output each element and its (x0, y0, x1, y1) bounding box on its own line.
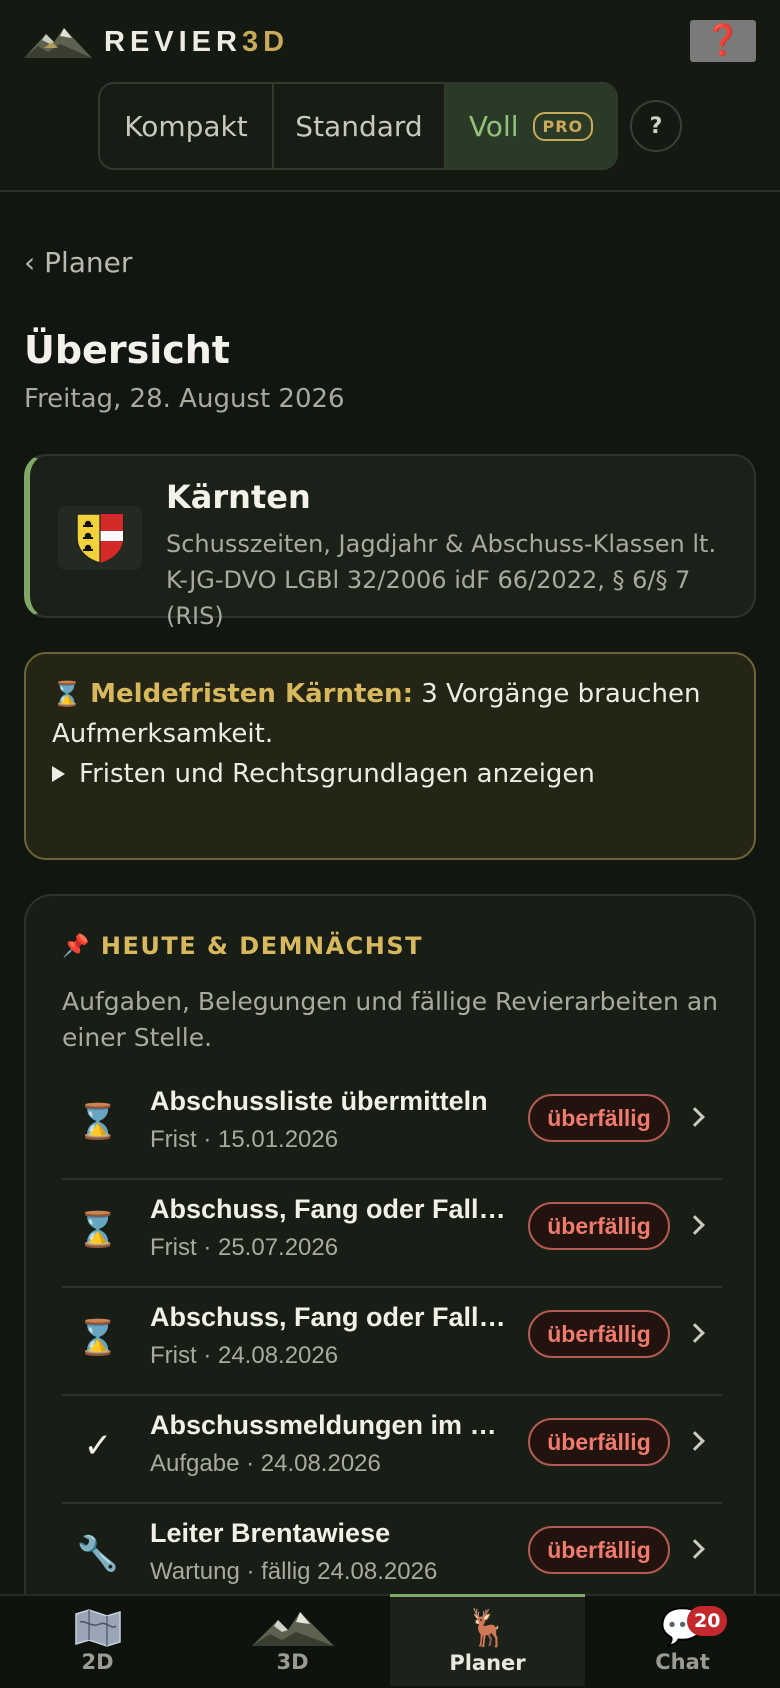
state-name: Kärnten (166, 478, 311, 516)
chevron-right-icon (685, 1323, 705, 1343)
today-section: 📌 HEUTE & DEMNÄCHST Aufgaben, Belegungen… (24, 894, 756, 1654)
task-subtitle: Frist · 24.08.2026 (150, 1342, 339, 1369)
app-root: REVIER3D ❓ Kompakt Standard Voll PRO ? ‹… (0, 0, 780, 1688)
map-icon (74, 1596, 122, 1648)
task-subtitle: Frist · 25.07.2026 (150, 1234, 339, 1261)
mode-help-button[interactable]: ? (630, 100, 682, 152)
task-subtitle: Frist · 15.01.2026 (150, 1126, 339, 1153)
section-heading-label: HEUTE & DEMNÄCHST (100, 932, 423, 960)
nav-label: Planer (449, 1651, 526, 1675)
mode-voll[interactable]: Voll PRO (446, 84, 616, 168)
brand-name: REVIER3D (104, 25, 290, 58)
wrench-icon: 🔧 (76, 1534, 120, 1574)
task-subtitle: Wartung · fällig 24.08.2026 (150, 1558, 438, 1585)
task-item[interactable]: ✓ Abschussmeldungen im Jagdjahr Aufgabe … (62, 1396, 722, 1504)
unread-count-badge: 20 (687, 1606, 728, 1636)
status-badge: überfällig (528, 1202, 670, 1250)
status-badge: überfällig (528, 1526, 670, 1574)
back-link-planer[interactable]: ‹ Planer (24, 246, 132, 279)
deadline-highlight: Meldefristen Kärnten: (90, 679, 413, 709)
task-title: Abschussmeldungen im Jagdjahr (150, 1410, 510, 1440)
mountain-logo-icon (24, 28, 92, 58)
hourglass-icon: ⌛ (76, 1318, 120, 1358)
deadline-text: ⌛ Meldefristen Kärnten: 3 Vorgänge brauc… (52, 674, 742, 754)
chevron-right-icon (685, 1539, 705, 1559)
pro-badge: PRO (532, 111, 594, 141)
nav-item-3d[interactable]: 3D (195, 1596, 390, 1688)
nav-item-chat[interactable]: 💬 Chat 20 (585, 1596, 780, 1688)
status-badge: überfällig (528, 1418, 670, 1466)
chevron-right-icon (685, 1215, 705, 1235)
nav-item-2d[interactable]: 2D (0, 1596, 195, 1688)
coat-of-arms-icon (58, 506, 142, 570)
brand[interactable]: REVIER3D (24, 22, 289, 62)
question-icon: ❓ (704, 23, 742, 58)
nav-label: Chat (655, 1650, 710, 1674)
task-subtitle: Aufgabe · 24.08.2026 (150, 1450, 381, 1477)
deadline-notice: ⌛ Meldefristen Kärnten: 3 Vorgänge brauc… (24, 652, 756, 860)
mode-kompakt[interactable]: Kompakt (100, 84, 274, 168)
page-date: Freitag, 28. August 2026 (24, 384, 345, 414)
page-title: Übersicht (24, 328, 230, 372)
nav-label: 3D (276, 1650, 309, 1674)
deer-icon: 🦌 (465, 1608, 510, 1649)
section-heading: 📌 HEUTE & DEMNÄCHST (62, 932, 423, 960)
hourglass-icon: ⌛ (76, 1210, 120, 1250)
main-content: ‹ Planer Übersicht Freitag, 28. August 2… (0, 194, 780, 1654)
mode-standard[interactable]: Standard (274, 84, 446, 168)
view-mode-switch: Kompakt Standard Voll PRO (98, 82, 618, 170)
task-item[interactable]: ⌛ Abschuss, Fang oder Fallwild melden Fr… (62, 1288, 722, 1396)
check-icon: ✓ (83, 1426, 113, 1466)
section-description: Aufgaben, Belegungen und fällige Reviera… (62, 987, 719, 1052)
deadline-details-toggle[interactable]: Fristen und Rechtsgrundlagen anzeigen (52, 754, 595, 794)
disclosure-triangle-icon (52, 766, 65, 782)
task-item[interactable]: ⌛ Abschuss, Fang oder Fallwild melden Fr… (62, 1180, 722, 1288)
task-title: Leiter Brentawiese (150, 1518, 391, 1548)
hourglass-icon: ⌛ (76, 1102, 120, 1142)
status-badge: überfällig (528, 1094, 670, 1142)
task-title: Abschuss, Fang oder Fallwild melden (150, 1302, 510, 1332)
bottom-nav: 2D 3D 🦌 Planer 💬 Chat 20 (0, 1594, 780, 1688)
deadline-toggle-label: Fristen und Rechtsgrundlagen anzeigen (79, 759, 595, 789)
mode-label: Standard (295, 109, 423, 143)
mountain-icon (251, 1596, 334, 1648)
task-title: Abschussliste übermitteln (150, 1086, 488, 1116)
pin-icon: 📌 (62, 933, 91, 959)
state-description: Schusszeiten, Jagdjahr & Abschuss-Klasse… (166, 530, 717, 630)
app-header: REVIER3D ❓ Kompakt Standard Voll PRO ? (0, 0, 780, 192)
mode-label: Voll (468, 109, 519, 143)
state-card[interactable]: Kärnten Schusszeiten, Jagdjahr & Abschus… (24, 454, 756, 630)
help-button[interactable]: ❓ (690, 20, 756, 62)
nav-label: 2D (81, 1650, 114, 1674)
task-list: ⌛ Abschussliste übermitteln Frist · 15.0… (62, 1072, 722, 1612)
status-badge: überfällig (528, 1310, 670, 1358)
chevron-right-icon (685, 1107, 705, 1127)
task-item[interactable]: ⌛ Abschussliste übermitteln Frist · 15.0… (62, 1072, 722, 1180)
mode-label: Kompakt (124, 109, 248, 143)
hourglass-icon: ⌛ (52, 680, 82, 708)
nav-item-planer[interactable]: 🦌 Planer (390, 1594, 585, 1686)
task-title: Abschuss, Fang oder Fallwild melden (150, 1194, 510, 1224)
chevron-right-icon (685, 1431, 705, 1451)
